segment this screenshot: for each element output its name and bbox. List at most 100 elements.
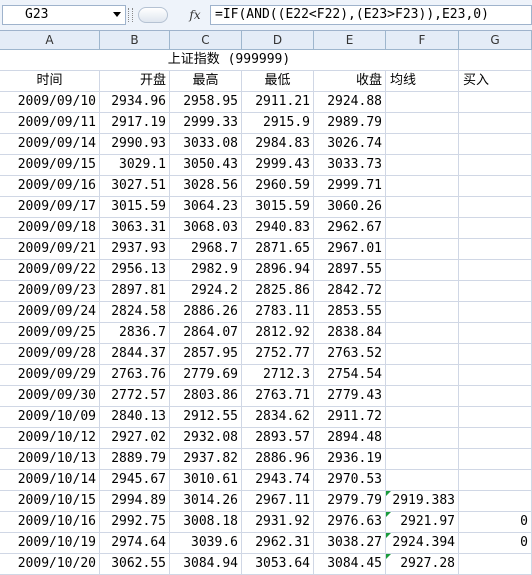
cell-high[interactable]: 3033.08: [170, 134, 242, 155]
cell-date[interactable]: 2009/09/22: [0, 260, 100, 281]
column-header-f[interactable]: F: [386, 31, 459, 50]
cell-high[interactable]: 2932.08: [170, 428, 242, 449]
cell-close[interactable]: 2967.01: [314, 239, 386, 260]
formula-warning-icon[interactable]: [386, 533, 391, 538]
cell-date[interactable]: 2009/09/18: [0, 218, 100, 239]
cell-high[interactable]: 2864.07: [170, 323, 242, 344]
cell-ma[interactable]: [386, 428, 459, 449]
cell-ma[interactable]: [386, 302, 459, 323]
cell-open[interactable]: 2990.93: [100, 134, 170, 155]
cell-open[interactable]: 3029.1: [100, 155, 170, 176]
cell-open[interactable]: 2917.19: [100, 113, 170, 134]
cell-close[interactable]: 2924.88: [314, 92, 386, 113]
cell-low[interactable]: 2931.92: [242, 512, 314, 533]
column-header-c[interactable]: C: [170, 31, 242, 50]
cell-open[interactable]: 2824.58: [100, 302, 170, 323]
formula-warning-icon[interactable]: [386, 512, 391, 517]
cell-buy[interactable]: [459, 407, 532, 428]
cell-close[interactable]: 2962.67: [314, 218, 386, 239]
cell-ma[interactable]: 2919.383: [386, 491, 459, 512]
cell-low[interactable]: 2871.65: [242, 239, 314, 260]
cell-open[interactable]: 2992.75: [100, 512, 170, 533]
cell-high[interactable]: 2886.26: [170, 302, 242, 323]
cell-open[interactable]: 2974.64: [100, 533, 170, 554]
grip-handle[interactable]: [128, 8, 133, 22]
cell-ma[interactable]: [386, 407, 459, 428]
cell-open[interactable]: 2934.96: [100, 92, 170, 113]
cell-ma[interactable]: [386, 197, 459, 218]
cell-open[interactable]: 2945.67: [100, 470, 170, 491]
cell-close[interactable]: 3060.26: [314, 197, 386, 218]
cell-ma[interactable]: 2927.28: [386, 554, 459, 575]
column-header-d[interactable]: D: [242, 31, 314, 50]
cell-buy[interactable]: [459, 113, 532, 134]
cell-date[interactable]: 2009/10/19: [0, 533, 100, 554]
cell-close[interactable]: 2842.72: [314, 281, 386, 302]
cell-low[interactable]: 2825.86: [242, 281, 314, 302]
cell-date[interactable]: 2009/09/30: [0, 386, 100, 407]
cell-buy[interactable]: [459, 176, 532, 197]
column-header-e[interactable]: E: [314, 31, 386, 50]
column-header-g[interactable]: G: [459, 31, 532, 50]
cell-open[interactable]: 2772.57: [100, 386, 170, 407]
cell-high[interactable]: 2857.95: [170, 344, 242, 365]
cell-ma[interactable]: [386, 155, 459, 176]
cell-date[interactable]: 2009/09/28: [0, 344, 100, 365]
cell-high[interactable]: 2779.69: [170, 365, 242, 386]
cell-ma[interactable]: [386, 365, 459, 386]
column-header-a[interactable]: A: [0, 31, 100, 50]
cell-high[interactable]: 3064.23: [170, 197, 242, 218]
name-box[interactable]: G23: [2, 5, 126, 25]
cell-date[interactable]: 2009/10/12: [0, 428, 100, 449]
cell-ma[interactable]: [386, 323, 459, 344]
cell-close[interactable]: 2936.19: [314, 449, 386, 470]
cell-open[interactable]: 2889.79: [100, 449, 170, 470]
cell-high[interactable]: 2999.33: [170, 113, 242, 134]
cell-high[interactable]: 2803.86: [170, 386, 242, 407]
cell-open[interactable]: 2897.81: [100, 281, 170, 302]
cell-buy[interactable]: [459, 281, 532, 302]
cell-high[interactable]: 3010.61: [170, 470, 242, 491]
cell-buy[interactable]: [459, 302, 532, 323]
cell-ma[interactable]: [386, 92, 459, 113]
cell-buy[interactable]: [459, 155, 532, 176]
cell-buy[interactable]: [459, 491, 532, 512]
cell-buy[interactable]: [459, 428, 532, 449]
header-cell-b[interactable]: 开盘: [100, 71, 170, 92]
header-cell-f[interactable]: 均线: [386, 71, 459, 92]
formula-warning-icon[interactable]: [386, 491, 391, 496]
cell-high[interactable]: 2968.7: [170, 239, 242, 260]
cell-buy[interactable]: 0: [459, 533, 532, 554]
cell-ma[interactable]: [386, 281, 459, 302]
cell-open[interactable]: 2927.02: [100, 428, 170, 449]
cell-close[interactable]: 2970.53: [314, 470, 386, 491]
cell-close[interactable]: 2853.55: [314, 302, 386, 323]
cell-high[interactable]: 3014.26: [170, 491, 242, 512]
cell-ma[interactable]: [386, 260, 459, 281]
cell-high[interactable]: 3008.18: [170, 512, 242, 533]
header-cell-g[interactable]: 买入: [459, 71, 532, 92]
cell-ma[interactable]: [386, 344, 459, 365]
cell-date[interactable]: 2009/10/15: [0, 491, 100, 512]
cell-high[interactable]: 2924.2: [170, 281, 242, 302]
cell-buy[interactable]: [459, 449, 532, 470]
cell-open[interactable]: 2836.7: [100, 323, 170, 344]
cell-open[interactable]: 3063.31: [100, 218, 170, 239]
cell-open[interactable]: 2840.13: [100, 407, 170, 428]
cell-low[interactable]: 2812.92: [242, 323, 314, 344]
cell-close[interactable]: 2979.79: [314, 491, 386, 512]
cell-low[interactable]: 2712.3: [242, 365, 314, 386]
cell-open[interactable]: 3062.55: [100, 554, 170, 575]
cell-date[interactable]: 2009/09/29: [0, 365, 100, 386]
cell-low[interactable]: 2834.62: [242, 407, 314, 428]
cell-ma[interactable]: [386, 239, 459, 260]
cell-low[interactable]: 3053.64: [242, 554, 314, 575]
cell-buy[interactable]: [459, 554, 532, 575]
cell-low[interactable]: 2984.83: [242, 134, 314, 155]
cell-high[interactable]: 3068.03: [170, 218, 242, 239]
cell-low[interactable]: 2962.31: [242, 533, 314, 554]
cell-high[interactable]: 3050.43: [170, 155, 242, 176]
cell-low[interactable]: 2886.96: [242, 449, 314, 470]
header-cell-a[interactable]: 时间: [0, 71, 100, 92]
header-cell-e[interactable]: 收盘: [314, 71, 386, 92]
